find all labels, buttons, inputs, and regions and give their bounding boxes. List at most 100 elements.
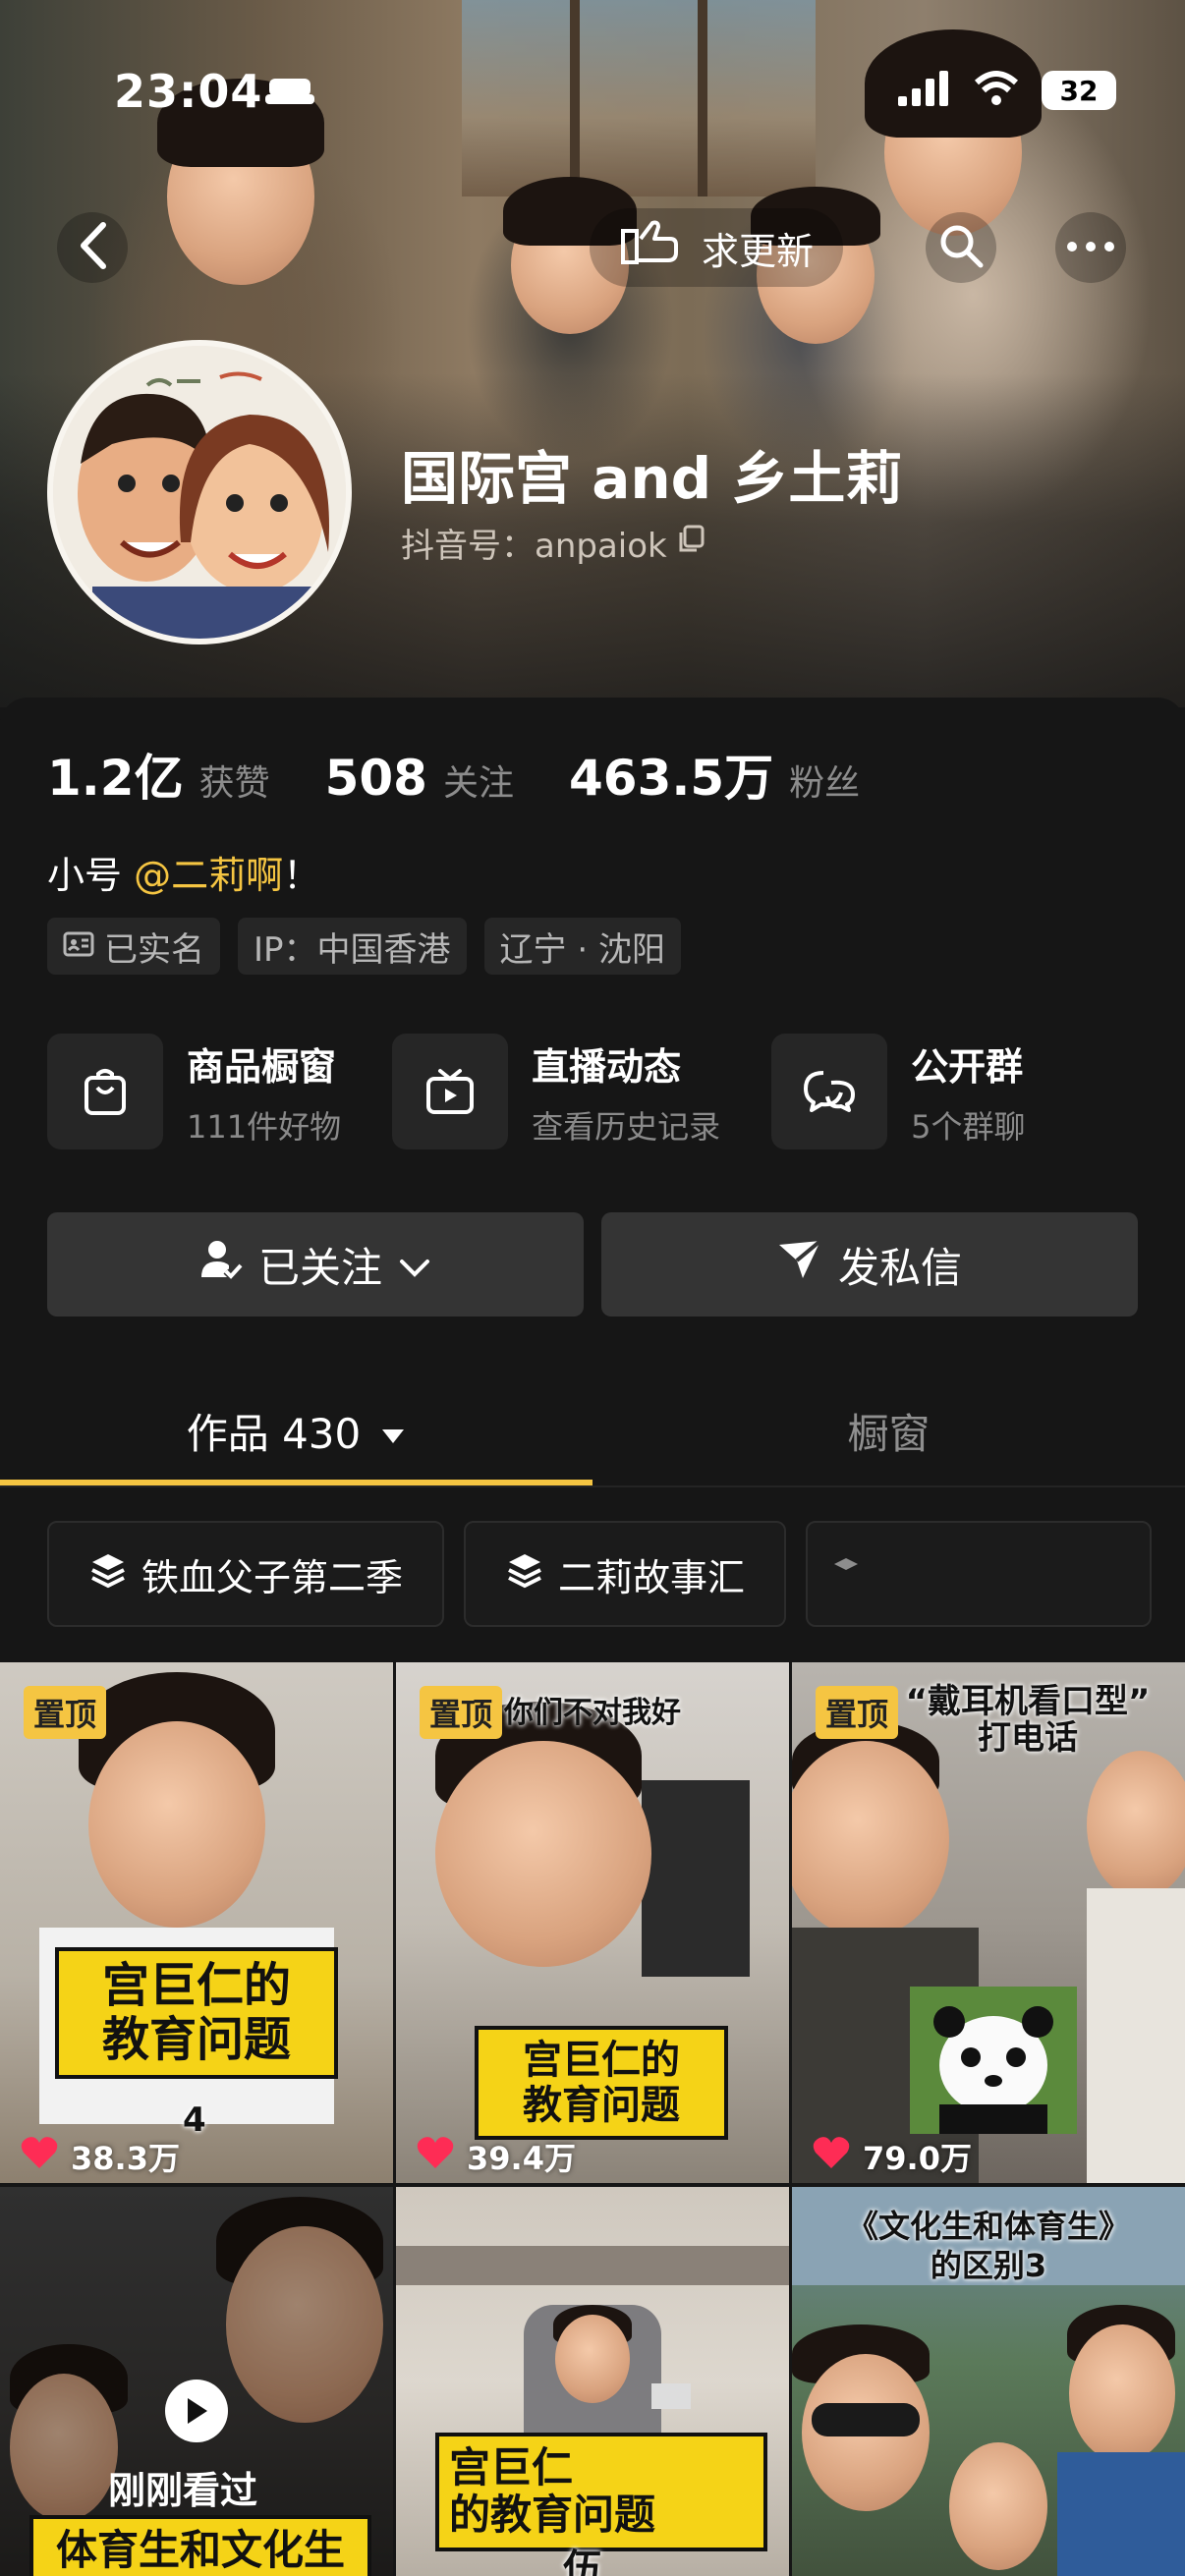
service-title: 商品橱窗 <box>187 1044 337 1089</box>
likes-count: 38.3万 <box>71 2140 180 2177</box>
battery-indicator: 32 <box>1042 71 1116 110</box>
service-shop-window[interactable]: 商品橱窗 111件好物 <box>47 1034 341 1149</box>
video-caption: 体育生和文化生 <box>29 2515 371 2576</box>
video-caption: 宫巨仁的 教育问题 <box>55 1947 338 2080</box>
more-button[interactable] <box>1055 212 1126 283</box>
video-thumbnail[interactable]: 《文化生和体育生》 的区别3 <box>792 2187 1185 2576</box>
service-title: 公开群 <box>911 1044 1024 1089</box>
user-check-icon <box>199 1238 244 1291</box>
message-label: 发私信 <box>837 1243 962 1292</box>
chat-icon <box>771 1034 888 1149</box>
stack-layers-icon <box>505 1550 544 1598</box>
tab-works[interactable]: 作品 430 <box>0 1375 592 1485</box>
thumb-object <box>651 2383 691 2409</box>
likes-count[interactable]: 1.2亿 <box>47 739 184 810</box>
search-icon <box>937 222 985 273</box>
pinned-badge: 置顶 <box>420 1686 503 1739</box>
thumb-face <box>555 2315 630 2403</box>
profile-stats: 1.2亿 获赞 508 关注 463.5万 粉丝 <box>47 739 899 810</box>
search-button[interactable] <box>926 212 996 283</box>
chevron-down-icon <box>398 1241 431 1289</box>
thumb-face <box>88 1721 265 1928</box>
collection-chip-partial[interactable] <box>806 1521 1153 1627</box>
following-label: 关注 <box>442 763 514 804</box>
signal-icon <box>896 69 951 112</box>
heart-icon <box>812 2135 851 2178</box>
bio-mention-link[interactable]: @二莉啊 <box>134 854 283 897</box>
video-thumbnail[interactable]: 宫巨仁 的教育问题 伍 <box>396 2187 789 2576</box>
stack-layers-icon <box>831 1550 861 1598</box>
following-label: 已关注 <box>257 1243 382 1292</box>
video-bottom-text: 伍 <box>563 2547 602 2576</box>
likes-count: 79.0万 <box>863 2140 972 2177</box>
video-thumbnail[interactable]: 你们不对我好 宫巨仁的 教育问题 置顶 39.4万 <box>396 1662 789 2183</box>
video-top-text: 《文化生和体育生》 的区别3 <box>846 2208 1130 2284</box>
bio-suffix: ！ <box>283 854 321 897</box>
douyin-id[interactable]: 抖音号：anpaiok <box>401 519 706 567</box>
collection-label: 铁血父子第二季 <box>141 1555 404 1599</box>
message-button[interactable]: 发私信 <box>601 1212 1138 1316</box>
wifi-icon <box>973 69 1020 112</box>
content-tabs: 作品 430 橱窗 <box>0 1375 1185 1485</box>
collection-chips: 铁血父子第二季 二莉故事汇 <box>47 1521 1153 1627</box>
back-button[interactable] <box>57 212 128 283</box>
tab-showcase-label: 橱窗 <box>847 1409 931 1458</box>
douyin-id-label: 抖音号：anpaiok <box>401 527 667 566</box>
video-thumbnail[interactable]: “戴耳机看口型” 打电话 置顶 79.0万 <box>792 1662 1185 2183</box>
service-subtitle: 111件好物 <box>187 1107 342 1146</box>
bio: 小号 @二莉啊！ <box>47 845 320 899</box>
thumb-shirt <box>1087 1888 1185 2183</box>
stack-layers-icon <box>88 1550 128 1598</box>
video-thumbnail[interactable]: 刚刚看过 体育生和文化生 <box>0 2187 393 2576</box>
followers-count[interactable]: 463.5万 <box>569 739 773 810</box>
thumb-face <box>1069 2324 1175 2462</box>
sunglasses <box>812 2403 920 2436</box>
followers-label: 粉丝 <box>789 763 861 804</box>
copy-icon[interactable] <box>677 524 706 563</box>
service-title: 直播动态 <box>532 1044 682 1089</box>
heart-icon <box>416 2135 455 2178</box>
video-episode: 4 <box>183 2100 206 2140</box>
likes-count: 39.4万 <box>467 2140 576 2177</box>
tab-divider <box>0 1485 1185 1487</box>
caret-down-icon <box>380 1407 406 1455</box>
video-top-text: 你们不对我好 <box>504 1696 681 1730</box>
pinned-badge: 置顶 <box>816 1686 899 1739</box>
following-button[interactable]: 已关注 <box>47 1212 584 1316</box>
following-count[interactable]: 508 <box>325 750 427 807</box>
collection-label: 二莉故事汇 <box>558 1555 746 1599</box>
collection-chip[interactable]: 二莉故事汇 <box>464 1521 787 1627</box>
ip-label: IP：中国香港 <box>254 929 451 970</box>
car-mode-icon <box>263 75 316 110</box>
bio-prefix: 小号 <box>47 854 135 897</box>
services-row: 商品橱窗 111件好物 直播动态 查看历史记录 公开群 5个群聊 <box>47 1034 1025 1149</box>
chevron-left-icon <box>76 221 109 274</box>
location-tag: 辽宁 · 沈阳 <box>483 918 681 975</box>
ip-tag: IP：中国香港 <box>238 918 467 975</box>
service-live-history[interactable]: 直播动态 查看历史记录 <box>392 1034 720 1149</box>
hand-point-icon <box>619 219 684 277</box>
request-update-button[interactable]: 求更新 <box>590 208 844 287</box>
service-public-group[interactable]: 公开群 5个群聊 <box>771 1034 1025 1149</box>
thumb-background-object <box>642 1780 750 1977</box>
video-caption: 宫巨仁 的教育问题 <box>435 2433 767 2551</box>
thumb-face <box>949 2442 1047 2570</box>
collection-chip[interactable]: 铁血父子第二季 <box>47 1521 445 1627</box>
profile-name: 国际宫 and 乡土莉 <box>401 445 903 512</box>
avatar[interactable] <box>47 340 352 644</box>
tab-showcase[interactable]: 橱窗 <box>592 1375 1185 1485</box>
thumb-face <box>435 1741 651 1967</box>
verified-label: 已实名 <box>104 929 204 970</box>
video-likes: 38.3万 <box>20 2134 180 2179</box>
service-subtitle: 查看历史记录 <box>532 1107 721 1146</box>
request-update-label: 求更新 <box>702 229 815 273</box>
tv-icon <box>392 1034 509 1149</box>
bag-icon <box>47 1034 163 1149</box>
cover-window-detail <box>462 0 816 196</box>
id-card-icon <box>63 926 94 966</box>
play-icon <box>165 2380 228 2442</box>
video-thumbnail[interactable]: 宫巨仁的 教育问题 4 置顶 38.3万 <box>0 1662 393 2183</box>
heart-icon <box>20 2135 59 2178</box>
status-time: 23:04 <box>114 65 263 118</box>
thumb-shirt <box>1057 2452 1185 2576</box>
